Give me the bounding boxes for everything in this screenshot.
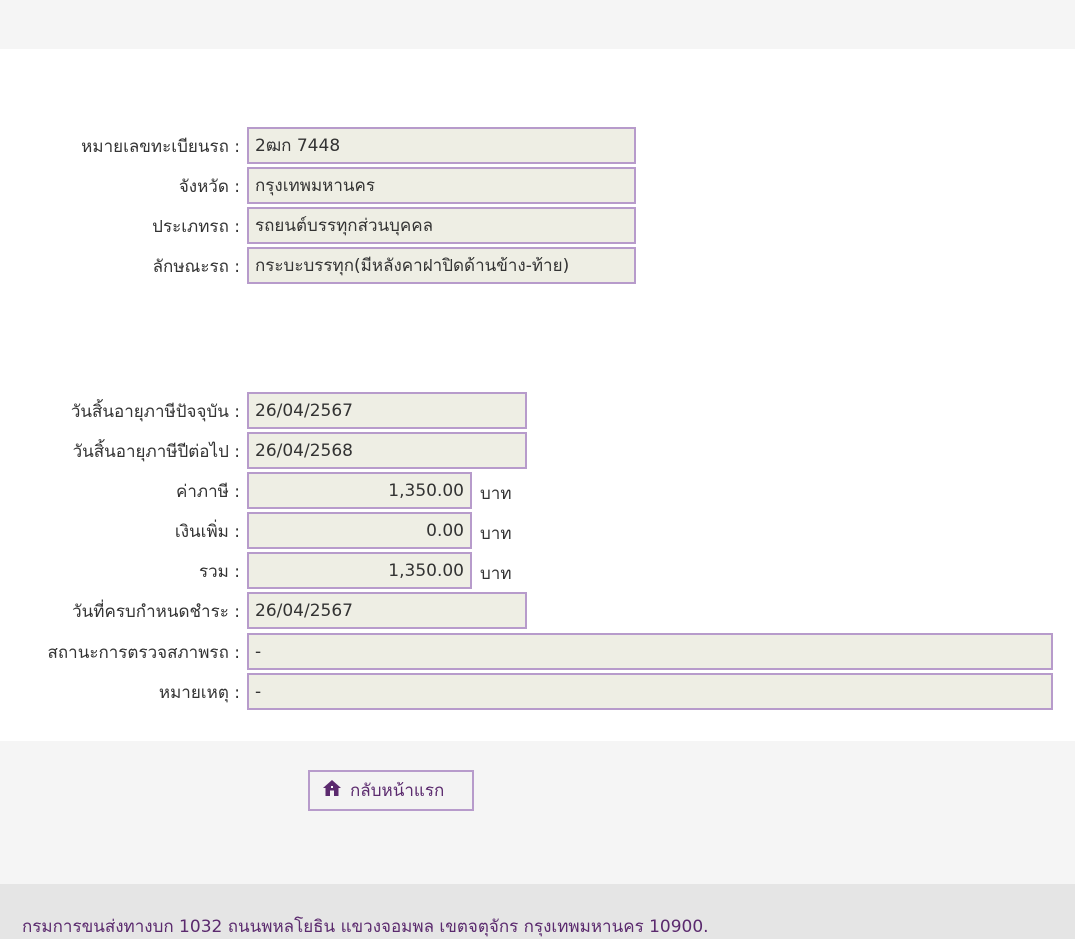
inspection-label: สถานะการตรวจสภาพรถ : (47, 642, 240, 663)
current-expiry-field: 26/04/2567 (247, 392, 527, 429)
next-expiry-row: วันสิ้นอายุภาษีปีต่อไป : (0, 432, 240, 470)
vehicle-type-field: รถยนต์บรรทุกส่วนบุคคล (247, 207, 636, 244)
remark-row: หมายเหตุ : (0, 673, 240, 711)
due-date-field: 26/04/2567 (247, 592, 527, 629)
vehicle-type-label: ประเภทรถ : (152, 216, 240, 237)
current-expiry-label: วันสิ้นอายุภาษีปัจจุบัน : (70, 401, 240, 422)
tax-amount-label: ค่าภาษี : (175, 481, 240, 502)
plate-label: หมายเลขทะเบียนรถ : (81, 136, 240, 157)
plate-field: 2ฒก 7448 (247, 127, 636, 164)
vehicle-body-label: ลักษณะรถ : (152, 256, 240, 277)
tax-amount-unit: บาท (480, 484, 512, 504)
current-expiry-row: วันสิ้นอายุภาษีปัจจุบัน : (0, 392, 240, 430)
province-row: จังหวัด : (0, 167, 240, 205)
total-unit: บาท (480, 564, 512, 584)
home-icon (322, 778, 342, 803)
remark-field: - (247, 673, 1053, 710)
total-label: รวม : (198, 561, 240, 582)
inspection-row: สถานะการตรวจสภาพรถ : (0, 633, 240, 671)
surcharge-label: เงินเพิ่ม : (174, 521, 240, 542)
surcharge-unit: บาท (480, 524, 512, 544)
total-row: รวม : (0, 552, 240, 590)
province-label: จังหวัด : (178, 176, 240, 197)
surcharge-field: 0.00 (247, 512, 472, 549)
due-date-label: วันที่ครบกำหนดชำระ : (72, 601, 240, 622)
back-to-home-button[interactable]: กลับหน้าแรก (308, 770, 474, 811)
remark-label: หมายเหตุ : (158, 682, 240, 703)
inspection-field: - (247, 633, 1053, 670)
header-band (0, 0, 1075, 49)
back-to-home-label: กลับหน้าแรก (350, 781, 445, 801)
footer: กรมการขนส่งทางบก 1032 ถนนพหลโยธิน แขวงจอ… (0, 884, 1075, 939)
province-field: กรุงเทพมหานคร (247, 167, 636, 204)
vehicle-body-field: กระบะบรรทุก(มีหลังคาฝาปิดด้านข้าง-ท้าย) (247, 247, 636, 284)
tax-result-page: หมายเลขทะเบียนรถ : 2ฒก 7448 จังหวัด : กร… (0, 0, 1075, 939)
due-date-row: วันที่ครบกำหนดชำระ : (0, 592, 240, 630)
next-expiry-label: วันสิ้นอายุภาษีปีต่อไป : (72, 441, 240, 462)
next-expiry-field: 26/04/2568 (247, 432, 527, 469)
total-field: 1,350.00 (247, 552, 472, 589)
vehicle-body-row: ลักษณะรถ : (0, 247, 240, 285)
surcharge-row: เงินเพิ่ม : (0, 512, 240, 550)
vehicle-type-row: ประเภทรถ : (0, 207, 240, 245)
action-band (0, 741, 1075, 884)
footer-address: กรมการขนส่งทางบก 1032 ถนนพหลโยธิน แขวงจอ… (22, 917, 709, 937)
tax-amount-field: 1,350.00 (247, 472, 472, 509)
plate-row: หมายเลขทะเบียนรถ : (0, 127, 240, 165)
tax-amount-row: ค่าภาษี : (0, 472, 240, 510)
